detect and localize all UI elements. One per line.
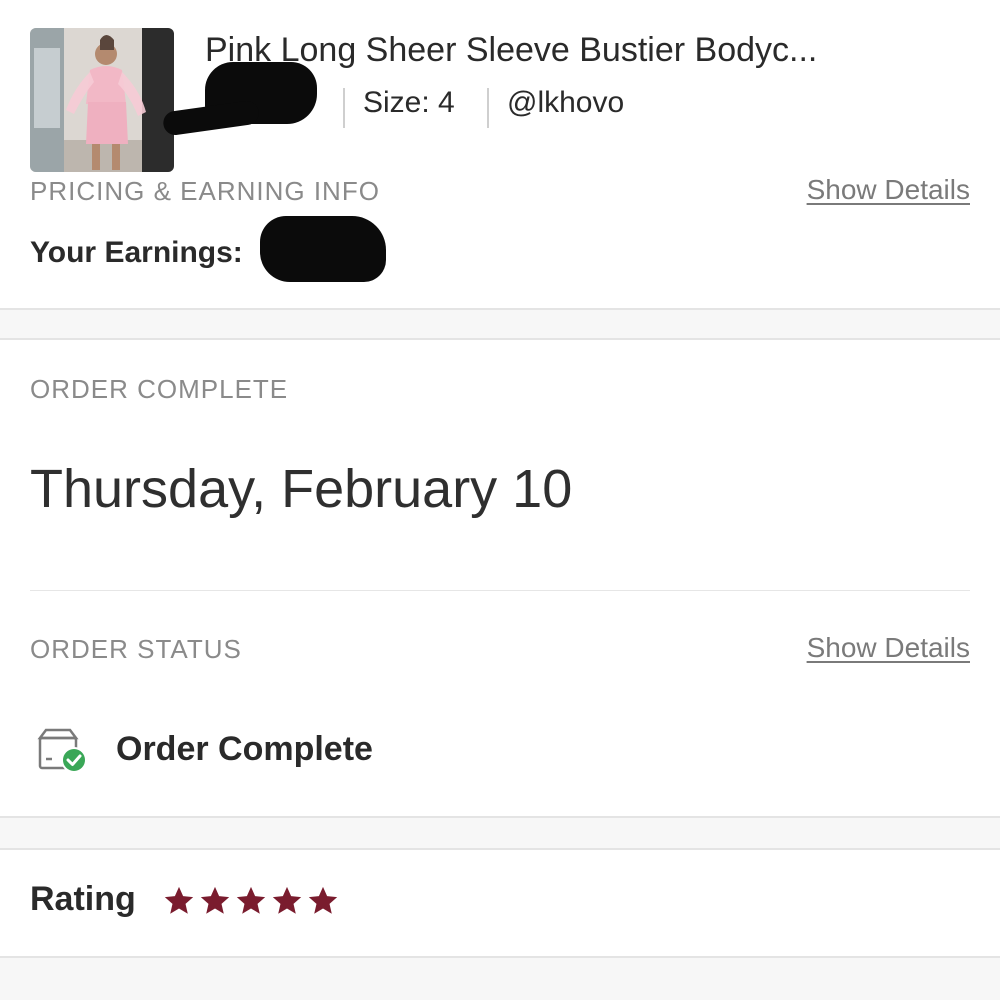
section-separator [0,956,1000,1000]
order-status-text: Order Complete [116,730,373,768]
order-complete-section-label: ORDER COMPLETE [30,374,289,404]
section-separator [0,308,1000,340]
section-separator [0,816,1000,850]
order-status-section-label: ORDER STATUS [30,634,242,664]
redaction-mark [161,99,261,137]
rating-stars [162,884,340,924]
order-detail-page: Pink Long Sheer Sleeve Bustier Bodyc... … [0,0,1000,1000]
product-size: Size: 4 [363,86,455,119]
rating-row: Rating [30,876,630,926]
redaction-mark [260,216,386,282]
star-icon [272,886,302,914]
star-icon [236,886,266,914]
package-check-icon [36,726,90,776]
pricing-show-details-link[interactable]: Show Details [807,174,970,206]
meta-divider [343,88,345,128]
product-image [30,28,174,172]
rating-label: Rating [30,880,136,918]
star-icon [200,886,230,914]
order-status-row: Order Complete [30,722,630,782]
star-icon [164,886,194,914]
seller-username[interactable]: @lkhovo [507,86,624,120]
divider [30,590,970,591]
star-icon [308,886,338,914]
product-thumbnail[interactable] [30,28,174,172]
pricing-section-label: PRICING & EARNING INFO [30,176,380,206]
earnings-label: Your Earnings: [30,236,243,269]
earnings-row: Your Earnings: $ [30,216,530,282]
order-complete-date: Thursday, February 10 [30,459,573,519]
meta-divider [487,88,489,128]
order-status-show-details-link[interactable]: Show Details [807,632,970,664]
product-meta-row: $ Size: 4 @lkhovo [161,62,905,137]
product-title[interactable]: Pink Long Sheer Sleeve Bustier Bodyc... [205,30,965,70]
